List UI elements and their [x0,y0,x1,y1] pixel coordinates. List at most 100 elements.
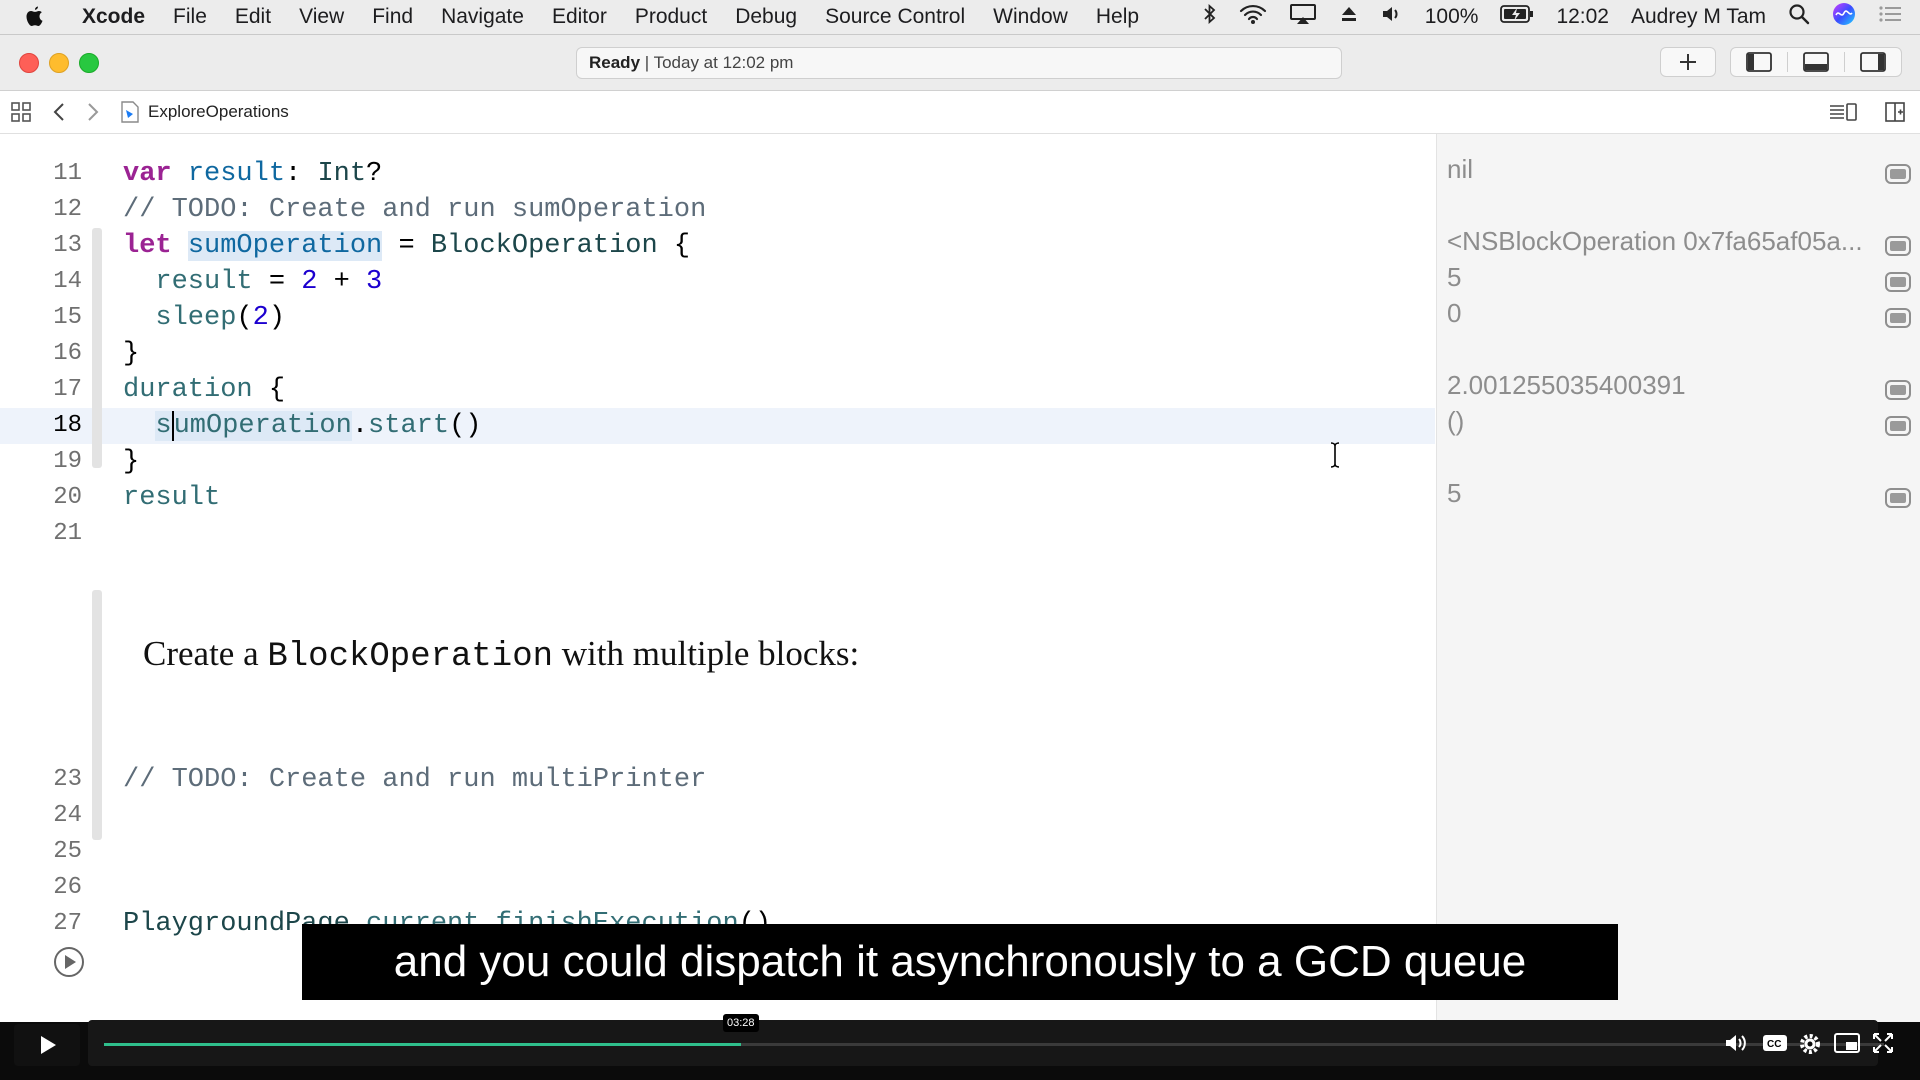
line-number: 12 [53,196,82,223]
quick-look-button[interactable] [1885,380,1911,400]
line-number: 15 [53,304,82,331]
menu-debug[interactable]: Debug [735,5,797,29]
result-line-15: 0 [1447,298,1462,328]
menu-help[interactable]: Help [1096,5,1139,29]
library-add-button[interactable] [1660,47,1716,77]
line-number: 14 [53,268,82,295]
menu-navigate[interactable]: Navigate [441,5,524,29]
close-window-button[interactable] [19,53,39,73]
eject-icon[interactable] [1339,4,1359,30]
minimize-window-button[interactable] [49,53,69,73]
menu-file[interactable]: File [173,5,207,29]
spotlight-search-icon[interactable] [1788,3,1810,31]
menu-bar: Xcode File Edit View Find Navigate Edito… [0,0,1920,35]
picture-in-picture-icon[interactable] [1834,1032,1860,1060]
menu-editor[interactable]: Editor [552,5,607,29]
zoom-window-button[interactable] [79,53,99,73]
playground-file-icon [120,101,140,128]
volume-icon[interactable] [1381,4,1403,30]
inspector-toggle-icon[interactable] [1845,52,1901,72]
related-items-grid-icon[interactable] [10,101,32,128]
line-number: 24 [53,802,82,829]
breadcrumb-file[interactable]: ExploreOperations [148,102,289,122]
markup-fold-ribbon[interactable] [92,590,102,840]
menu-view[interactable]: View [299,5,344,29]
menu-find[interactable]: Find [372,5,413,29]
debug-area-toggle-icon[interactable] [1787,52,1845,72]
back-chevron-icon[interactable] [52,101,66,128]
play-icon [41,1036,56,1054]
panel-toggle-group [1730,47,1902,77]
text-cursor-icon [1328,442,1342,473]
menu-product[interactable]: Product [635,5,707,29]
closed-captions-icon[interactable]: CC [1762,1032,1788,1060]
menubar-clock[interactable]: 12:02 [1556,5,1609,29]
navigator-toggle-icon[interactable] [1731,52,1787,72]
menu-edit[interactable]: Edit [235,5,271,29]
code-line-12[interactable]: // TODO: Create and run sumOperation [123,192,706,228]
line-number: 13 [53,232,82,259]
status-ready: Ready [589,53,641,72]
quick-look-button[interactable] [1885,272,1911,292]
line-number: 20 [53,484,82,511]
code-line-19[interactable]: } [123,444,139,480]
wifi-icon[interactable] [1239,3,1267,31]
svg-text:CC: CC [1767,1039,1781,1050]
menu-window[interactable]: Window [993,5,1068,29]
quick-look-button[interactable] [1885,164,1911,184]
quick-look-button[interactable] [1885,416,1911,436]
menu-app-xcode[interactable]: Xcode [82,5,145,29]
quick-look-button[interactable] [1885,308,1911,328]
line-number: 19 [53,448,82,475]
window-toolbar: Ready | Today at 12:02 pm [0,35,1920,91]
code-fold-ribbon[interactable] [92,228,102,468]
playhead-time: 03:28 [723,1014,759,1032]
line-number: 25 [53,838,82,865]
code-line-18[interactable]: sumOperation.start() [123,408,481,444]
result-line-14: 5 [1447,262,1462,292]
settings-gear-icon[interactable] [1798,1032,1822,1062]
battery-icon[interactable] [1500,5,1534,29]
fullscreen-icon[interactable] [1872,1032,1894,1060]
results-sidebar: nil <NSBlockOperation 0x7fa65af05a... 5 … [1436,134,1920,1024]
code-line-13[interactable]: let sumOperation = BlockOperation { [123,228,690,264]
rendered-markup-text: Create a BlockOperation with multiple bl… [143,634,859,676]
code-line-23[interactable]: // TODO: Create and run multiPrinter [123,762,706,798]
menubar-user[interactable]: Audrey M Tam [1631,5,1766,29]
bluetooth-icon[interactable] [1203,3,1217,31]
code-line-16[interactable]: } [123,336,139,372]
code-line-17[interactable]: duration { [123,372,285,408]
plus-icon [1680,54,1696,70]
result-line-17: 2.001255035400391 [1447,370,1686,400]
result-line-20: 5 [1447,478,1462,508]
code-line-14[interactable]: result = 2 + 3 [123,264,382,300]
volume-control-icon[interactable] [1724,1032,1750,1060]
apple-icon[interactable] [0,6,70,28]
quick-look-button[interactable] [1885,488,1911,508]
line-number-current: 18 [53,412,82,439]
add-editor-icon[interactable] [1884,101,1906,128]
code-line-15[interactable]: sleep(2) [123,300,285,336]
line-number: 17 [53,376,82,403]
video-caption: and you could dispatch it asynchronously… [302,924,1618,1000]
siri-icon[interactable] [1832,2,1856,32]
play-circle-icon [54,947,84,977]
forward-chevron-icon[interactable] [86,101,100,128]
code-line-11[interactable]: var result: Int? [123,156,382,192]
run-playground-button[interactable] [53,946,85,983]
editor-options-icon[interactable] [1828,101,1858,128]
line-number: 27 [53,910,82,937]
quick-look-button[interactable] [1885,236,1911,256]
airplay-icon[interactable] [1289,3,1317,31]
battery-percent: 100% [1424,5,1479,28]
source-editor[interactable]: 11 12 13 14 15 16 17 18 19 20 21 23 24 2… [0,134,1435,1024]
play-button[interactable] [14,1024,80,1066]
line-number: 23 [53,766,82,793]
jump-bar: ExploreOperations [0,91,1920,134]
result-line-11: nil [1447,154,1474,184]
menu-source-control[interactable]: Source Control [825,5,965,29]
notification-center-icon[interactable] [1878,4,1902,30]
activity-status-bar: Ready | Today at 12:02 pm [576,47,1342,79]
code-line-20[interactable]: result [123,480,220,516]
markup-code: BlockOperation [267,638,554,676]
